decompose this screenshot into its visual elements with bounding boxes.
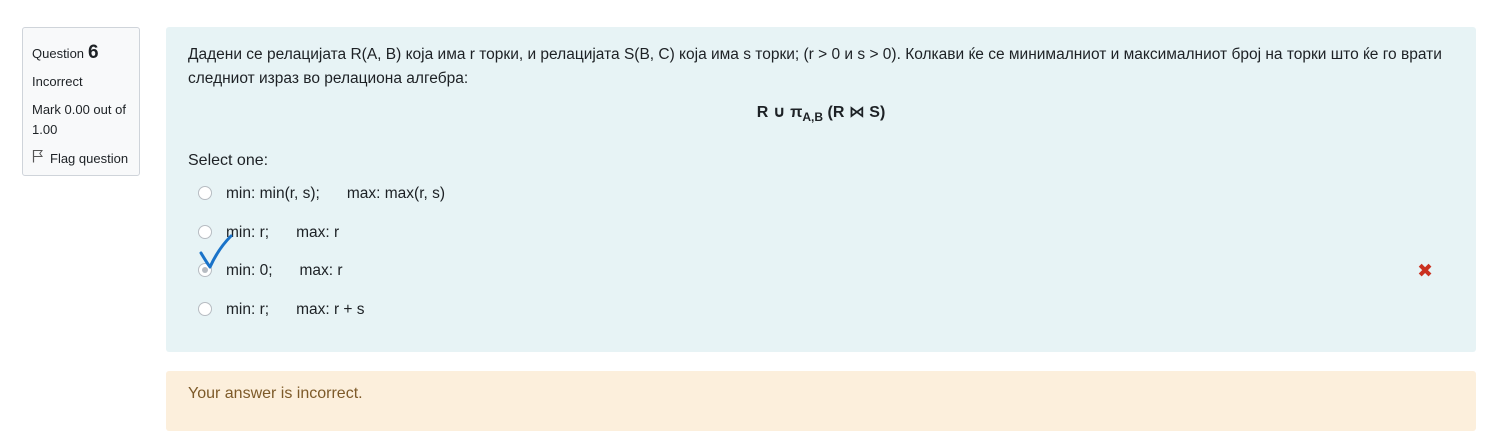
handwritten-checkmark-icon: [199, 234, 233, 269]
feedback-text: Your answer is incorrect.: [188, 385, 363, 402]
feedback-panel: Your answer is incorrect.: [166, 371, 1476, 431]
select-one-prompt: Select one:: [188, 152, 269, 169]
option-max-text: max: r + s: [296, 300, 365, 318]
question-label: Question: [32, 46, 85, 61]
formula-rest: (R ⋈ S): [823, 104, 886, 121]
radio-button[interactable]: [198, 301, 212, 316]
question-number-row: Question 6: [32, 39, 130, 68]
option-max-text: max: max(r, s): [346, 185, 446, 203]
flag-question-label: Flag question: [50, 151, 129, 166]
question-text: Дадени се релацијата R(A, B) која има r …: [188, 46, 1442, 87]
answer-option[interactable]: min: min(r, s); max: max(r, s): [198, 175, 1458, 214]
question-number: 6: [88, 42, 99, 63]
question-info-panel: Question 6 Incorrect Mark 0.00 out of 1.…: [22, 27, 140, 176]
relational-algebra-formula: R ∪ πA,B (R ⋈ S): [188, 102, 1454, 128]
option-min-text: min: r;: [226, 300, 270, 318]
question-formulation: Дадени се релацијата R(A, B) која има r …: [166, 27, 1476, 352]
answer-options: min: min(r, s); max: max(r, s) min: r; m…: [198, 175, 1458, 329]
incorrect-icon: ✖: [1417, 261, 1433, 282]
option-max-text: max: r: [299, 262, 343, 280]
flag-icon: [32, 149, 44, 169]
flag-question-button[interactable]: Flag question: [32, 149, 130, 169]
question-grade: Mark 0.00 out of 1.00: [32, 102, 126, 137]
option-max-text: max: r: [296, 223, 340, 241]
answer-option[interactable]: min: r; max: r + s: [198, 291, 1458, 330]
answer-option[interactable]: min: r; max: r: [198, 214, 1458, 253]
formula-subscript: A,B: [802, 110, 824, 124]
answer-option-selected[interactable]: min: 0; max: r ✖: [198, 252, 1458, 291]
formula-main: R ∪ π: [756, 104, 803, 121]
radio-button[interactable]: [198, 186, 212, 201]
option-min-text: min: min(r, s);: [226, 185, 320, 203]
question-state: Incorrect: [32, 73, 83, 89]
